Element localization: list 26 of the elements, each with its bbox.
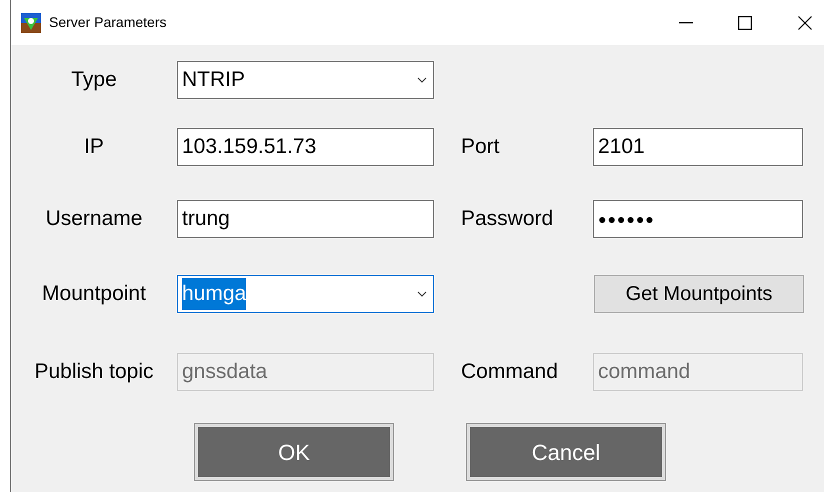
field-label: Password — [461, 206, 554, 232]
field-label: Type — [71, 67, 117, 94]
password-field[interactable]: ●●●●●● — [593, 200, 803, 238]
field-label: Publish topic — [34, 359, 154, 386]
dropdown[interactable]: NTRIP — [177, 61, 434, 99]
field-label: IP — [84, 134, 104, 160]
field-label: Command — [461, 359, 559, 386]
maximize-icon[interactable] — [738, 16, 752, 30]
input-field[interactable]: 2101 — [593, 128, 803, 166]
close-icon[interactable] — [798, 16, 812, 30]
cancel-button[interactable]: Cancel — [467, 424, 665, 480]
window-title: Server Parameters — [49, 13, 166, 32]
get-mountpoints-button[interactable]: Get Mountpoints — [594, 275, 804, 313]
field-label: Mountpoint — [42, 281, 146, 308]
field-label: Port — [461, 134, 501, 160]
chevron-down-icon[interactable] — [417, 291, 427, 297]
dropdown-value: NTRIP — [182, 67, 245, 94]
app-icon — [21, 12, 41, 32]
input-field[interactable]: 103.159.51.73 — [177, 128, 434, 166]
chevron-down-icon[interactable] — [417, 77, 427, 83]
dropdown-value: humga — [182, 278, 246, 310]
input-field[interactable]: trung — [177, 200, 434, 238]
dropdown[interactable]: humga — [177, 275, 434, 313]
ok-button[interactable]: OK — [195, 424, 393, 480]
minimize-icon[interactable] — [679, 22, 693, 24]
field-label: Username — [46, 206, 142, 232]
